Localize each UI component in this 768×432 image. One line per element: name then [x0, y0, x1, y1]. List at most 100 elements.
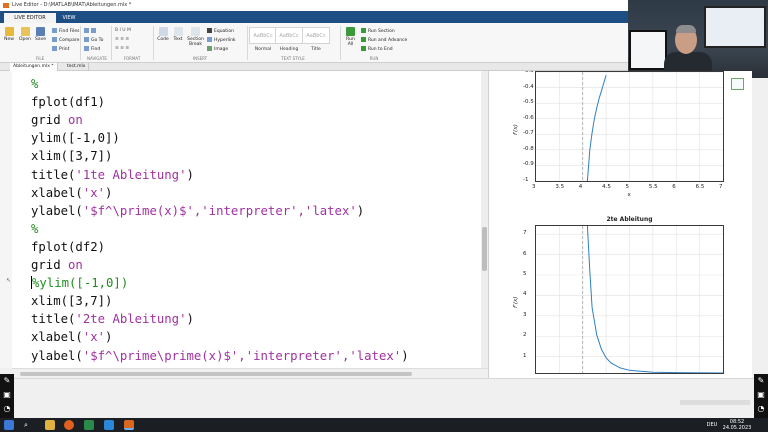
scrollbar-thumb[interactable] — [20, 372, 412, 376]
clock-icon[interactable]: ◔ — [0, 402, 14, 416]
find-button[interactable]: Find — [84, 46, 100, 52]
firefox-icon[interactable] — [64, 420, 74, 430]
cursor-pointer-icon: ↖ — [6, 277, 12, 284]
run-advance-icon — [361, 37, 366, 42]
clock-icon[interactable]: ◔ — [754, 402, 768, 416]
ribbon-tab-bar: LIVE EDITOR VIEW — [0, 11, 628, 23]
right-edge-strip — [752, 78, 768, 378]
code-text: ) — [401, 348, 409, 363]
clock-date[interactable]: 24.05.2023 — [722, 425, 752, 431]
x-tick-label: 6 — [672, 184, 676, 190]
go-to-button[interactable]: Go To — [84, 37, 103, 43]
nav-back-button[interactable] — [84, 28, 98, 34]
matlab-live-editor-window: Live Editor - D:\MATLAB\IMAT\Ableitungen… — [0, 0, 768, 432]
scrollbar-thumb[interactable] — [482, 227, 487, 271]
run-section-icon — [361, 28, 366, 33]
y-tick-label: -0.4 — [523, 83, 534, 90]
code-line[interactable]: xlim([3,7]) — [31, 292, 112, 310]
pen-icon[interactable]: ✎ — [754, 374, 768, 388]
series-line — [586, 74, 607, 182]
new-button[interactable]: New — [3, 27, 15, 42]
code-editor[interactable]: % fplot(df1) grid on ylim([-1,0]) xlim([3,7]… — [12, 71, 481, 368]
code-text: xlabel( — [31, 185, 83, 200]
title-bar: Live Editor - D:\MATLAB\IMAT\Ableitungen… — [0, 0, 628, 11]
pen-icon[interactable]: ✎ — [0, 374, 14, 388]
tab-view[interactable]: VIEW — [58, 13, 80, 23]
find-files-button[interactable]: Find Files — [52, 28, 80, 34]
file-tab-ableitungen[interactable]: Ableitungen.mlx * — [10, 63, 58, 71]
series-line — [586, 225, 724, 374]
code-keyword: '1te Ableitung' — [75, 167, 187, 182]
style-title-preview[interactable]: AaBbCc — [302, 27, 330, 44]
bold-button[interactable]: B I U M — [115, 28, 131, 33]
output-right-icon[interactable] — [731, 78, 744, 90]
style-heading-preview[interactable]: AaBbCc — [275, 27, 303, 44]
plot-axes-1[interactable] — [535, 71, 724, 182]
plot-axes-2[interactable] — [535, 225, 724, 374]
code-line[interactable]: % — [31, 75, 38, 93]
code-line[interactable]: %ylim([-1,0]) — [31, 274, 128, 292]
x-tick-label: 3 — [532, 184, 536, 190]
code-line[interactable]: fplot(df2) — [31, 238, 105, 256]
section-break-button[interactable]: Section Break — [187, 27, 204, 47]
code-line[interactable]: fplot(df1) — [31, 93, 105, 111]
run-icon — [346, 27, 355, 36]
webcam-overlay — [628, 0, 768, 78]
screen-icon[interactable]: ▣ — [0, 388, 14, 402]
code-line[interactable]: % — [31, 220, 38, 238]
image-button[interactable]: Image — [207, 46, 228, 52]
open-button[interactable]: Open — [18, 27, 32, 42]
equation-button[interactable]: Equation — [207, 28, 234, 34]
run-section-button[interactable]: Run Section — [361, 28, 395, 34]
y-tick-label: -0.3 — [523, 71, 534, 74]
y-tick-label: -0.8 — [523, 145, 534, 152]
new-icon — [4, 27, 14, 36]
tab-live-editor[interactable]: LIVE EDITOR — [4, 13, 56, 23]
section-break-icon — [191, 27, 200, 36]
code-line[interactable]: title('1te Ableitung') — [31, 166, 194, 184]
run-all-button[interactable]: Run All — [344, 27, 357, 47]
code-text: ) — [105, 330, 113, 345]
code-line[interactable]: xlim([3,7]) — [31, 147, 112, 165]
code-line[interactable]: title('2te Ableitung') — [31, 310, 194, 328]
run-to-end-icon — [361, 46, 366, 51]
language-indicator[interactable]: DEU — [704, 422, 720, 428]
code-line[interactable]: grid on — [31, 111, 83, 129]
run-to-end-button[interactable]: Run to End — [361, 46, 393, 52]
status-bar — [0, 378, 768, 418]
print-button[interactable]: Print — [52, 46, 69, 52]
screen-icon[interactable]: ▣ — [754, 388, 768, 402]
file-explorer-icon[interactable] — [45, 420, 55, 430]
app-icon[interactable] — [104, 420, 114, 430]
code-line[interactable]: ylabel('$f^\prime\prime(x)$','interprete… — [31, 347, 409, 365]
matlab-app-icon — [3, 3, 9, 8]
excel-icon[interactable] — [84, 420, 94, 430]
list-buttons[interactable]: ≡ ≡ ≡ — [115, 37, 129, 42]
align-buttons[interactable]: ≡ ≡ ≡ — [115, 46, 129, 51]
matlab-taskbar-icon[interactable] — [124, 420, 134, 430]
code-line[interactable]: ylabel('$f^\prime(x)$','interpreter','la… — [31, 202, 364, 220]
y-tick-label: 7 — [523, 230, 527, 237]
save-button[interactable]: Save — [34, 27, 47, 42]
code-line[interactable]: grid on — [31, 256, 83, 274]
file-tab-test[interactable]: test.mlx — [64, 63, 90, 71]
code-line[interactable]: ylim([-1,0]) — [31, 129, 120, 147]
windows-start-icon[interactable] — [4, 420, 14, 430]
output-pane: -0.3 -0.4 -0.5 -0.6 -0.7 -0.8 -0.9 -1 3 3.5 4 4.5 5 5… — [488, 71, 752, 378]
insert-text-button[interactable]: Text — [172, 27, 184, 42]
presenter-hair — [676, 25, 696, 33]
compare-button[interactable]: Compare — [52, 37, 79, 43]
y-axis-label: f′(x) — [513, 123, 519, 135]
code-line[interactable]: xlabel('x') — [31, 328, 112, 346]
insert-code-button[interactable]: Code — [157, 27, 169, 42]
run-and-advance-button[interactable]: Run and Advance — [361, 37, 407, 43]
search-icon[interactable]: ⌕ — [24, 420, 34, 430]
editor-horizontal-scrollbar[interactable] — [12, 368, 488, 378]
code-line[interactable]: xlabel('x') — [31, 184, 112, 202]
style-normal-preview[interactable]: AaBbCc — [249, 27, 277, 44]
code-text: xlabel( — [31, 330, 83, 345]
background-monitor — [629, 30, 667, 70]
arrow-left-icon — [84, 28, 89, 33]
editor-vertical-scrollbar[interactable] — [481, 71, 488, 368]
hyperlink-button[interactable]: Hyperlink — [207, 37, 235, 43]
